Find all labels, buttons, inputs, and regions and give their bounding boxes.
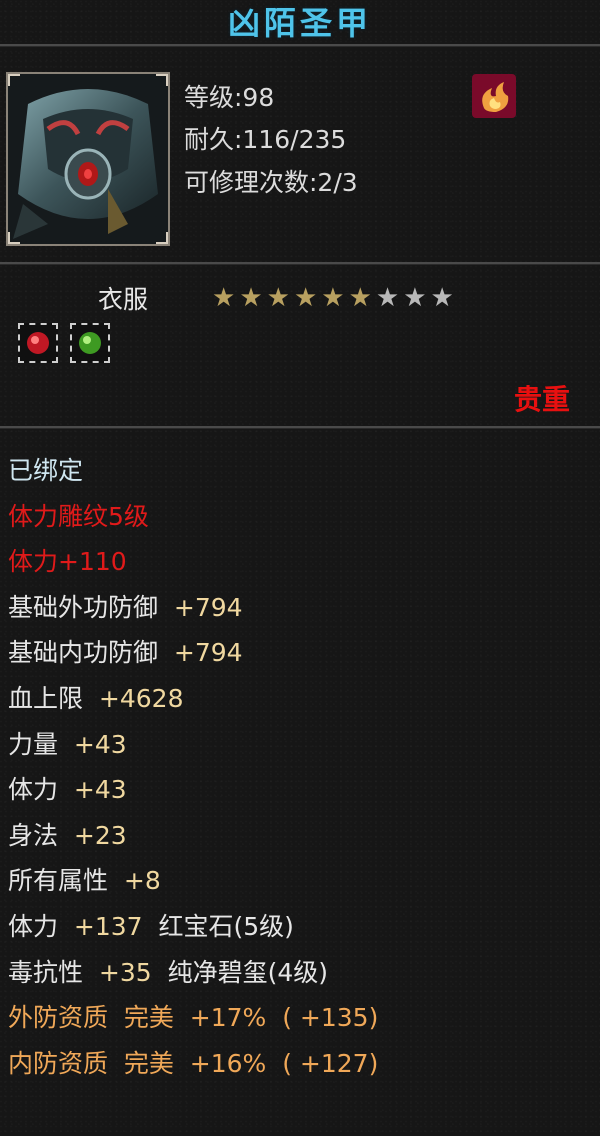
star-filled-icon: ★ <box>212 283 236 313</box>
item-repair-count: 可修理次数:2/3 <box>184 168 358 197</box>
star-filled-icon: ★ <box>348 283 372 313</box>
attribute-row: 体力雕纹5级 <box>8 502 149 532</box>
attribute-label: 身法 <box>8 820 59 850</box>
star-filled-icon: ★ <box>266 283 290 313</box>
gem-slot-green[interactable] <box>70 323 110 363</box>
attribute-row: 血上限 +4628 <box>8 684 183 714</box>
corner-tl <box>8 74 20 86</box>
attribute-label: 基础内功防御 <box>8 638 159 668</box>
attribute-label: 体力+110 <box>8 547 127 577</box>
corner-tr <box>156 74 168 86</box>
star-rating: ★ ★ ★ ★ ★ ★ ★ ★ ★ <box>212 284 454 312</box>
rarity-label: 贵重 <box>513 383 570 416</box>
attribute-label: 所有属性 <box>8 866 109 896</box>
attribute-row: 基础外功防御 +794 <box>8 593 243 623</box>
green-gem-icon <box>79 332 101 354</box>
attribute-value: +35 <box>83 957 152 987</box>
attribute-label: 已绑定 <box>8 456 84 485</box>
attribute-row: 体力 +137 红宝石(5级) <box>8 912 294 942</box>
attribute-value: +794 <box>158 638 243 668</box>
item-level: 等级:98 <box>184 83 275 112</box>
attribute-row: 基础内功防御 +794 <box>8 638 243 668</box>
star-empty-icon: ★ <box>430 283 454 313</box>
item-durability: 耐久:116/235 <box>184 125 347 154</box>
attribute-value: 完美 +16% <box>108 1048 267 1078</box>
attribute-label: 内防资质 <box>8 1048 109 1078</box>
attribute-row: 体力+110 <box>8 547 127 577</box>
attribute-value: 完美 +17% <box>108 1003 267 1033</box>
attribute-extra: 纯净碧玺(4级) <box>151 957 328 987</box>
star-empty-icon: ★ <box>375 283 400 313</box>
attribute-row: 毒抗性 +35 纯净碧玺(4级) <box>8 958 328 988</box>
divider-mid <box>0 262 600 265</box>
flame-class-icon <box>472 74 516 118</box>
attribute-label: 外防资质 <box>8 1003 109 1033</box>
attribute-value: +23 <box>58 820 127 850</box>
star-filled-icon: ★ <box>239 283 263 313</box>
red-gem-icon <box>27 332 49 354</box>
star-empty-icon: ★ <box>403 283 427 313</box>
attribute-label: 毒抗性 <box>8 957 84 987</box>
armor-image <box>8 74 168 244</box>
attribute-row: 外防资质 完美 +17% ( +135) <box>8 1003 378 1033</box>
item-name: 凶陌圣甲 <box>227 4 372 42</box>
divider-bottom <box>0 426 600 429</box>
attribute-value: +43 <box>58 775 127 805</box>
attribute-value: +43 <box>58 729 127 759</box>
attribute-value: +8 <box>108 866 161 896</box>
attribute-row: 已绑定 <box>8 456 83 486</box>
attribute-label: 体力 <box>8 775 59 805</box>
attribute-value: +137 <box>58 912 143 941</box>
attribute-row: 体力 +43 <box>8 775 127 805</box>
corner-br <box>156 232 168 244</box>
attribute-row: 所有属性 +8 <box>8 866 161 896</box>
divider-top <box>0 44 600 47</box>
star-filled-icon: ★ <box>321 283 345 313</box>
corner-bl <box>8 232 20 244</box>
item-portrait <box>6 72 170 246</box>
attribute-extra: 红宝石(5级) <box>142 912 294 941</box>
attribute-label: 血上限 <box>8 684 84 713</box>
attribute-extra: ( +127) <box>266 1048 379 1078</box>
star-filled-icon: ★ <box>293 283 318 313</box>
equip-slot-label: 衣服 <box>98 285 149 314</box>
attribute-label: 基础外功防御 <box>8 592 159 622</box>
attribute-row: 内防资质 完美 +16% ( +127) <box>8 1049 378 1079</box>
attribute-label: 体力 <box>8 912 59 941</box>
attribute-value: +794 <box>158 592 243 622</box>
attribute-extra: ( +135) <box>266 1003 379 1033</box>
attribute-value: +4628 <box>83 684 184 713</box>
attribute-row: 身法 +23 <box>8 821 127 851</box>
attribute-label: 体力雕纹5级 <box>8 501 149 531</box>
gem-slot-red[interactable] <box>18 323 58 363</box>
attribute-label: 力量 <box>8 729 59 759</box>
attribute-row: 力量 +43 <box>8 730 127 760</box>
